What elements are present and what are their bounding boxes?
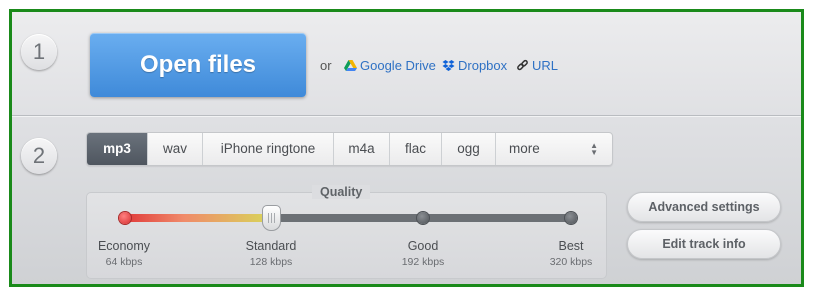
quality-stop-best[interactable]	[565, 212, 577, 224]
level-name: Standard	[245, 239, 297, 253]
format-mp3[interactable]: mp3	[87, 133, 148, 165]
google-drive-link[interactable]: Google Drive	[344, 58, 436, 73]
format-wav[interactable]: wav	[148, 133, 203, 165]
format-more-select[interactable]: more ▲ ▼	[496, 133, 612, 165]
converter-panel: 1 Open files or Google Drive Dropbox URL…	[9, 9, 804, 287]
quality-level-good: Good 192 kbps	[378, 239, 468, 268]
quality-level-economy: Economy 64 kbps	[79, 239, 169, 268]
step-2-badge: 2	[21, 138, 57, 174]
url-link[interactable]: URL	[516, 58, 558, 73]
format-iphone-ringtone[interactable]: iPhone ringtone	[203, 133, 334, 165]
quality-stop-economy[interactable]	[119, 212, 131, 224]
format-m4a[interactable]: m4a	[334, 133, 390, 165]
level-name: Economy	[97, 239, 151, 253]
format-selector: mp3 wav iPhone ringtone m4a flac ogg mor…	[86, 132, 613, 166]
format-flac[interactable]: flac	[390, 133, 442, 165]
format-more-label: more	[509, 141, 540, 156]
level-bitrate: 64 kbps	[105, 256, 143, 268]
quality-title: Quality	[312, 185, 371, 199]
quality-slider-thumb[interactable]	[262, 205, 281, 231]
open-files-button[interactable]: Open files	[90, 33, 306, 97]
google-drive-icon	[344, 60, 357, 71]
dropbox-label: Dropbox	[458, 58, 508, 73]
quality-stop-good[interactable]	[417, 212, 429, 224]
quality-level-standard: Standard 128 kbps	[226, 239, 316, 268]
level-bitrate: 320 kbps	[549, 256, 593, 268]
level-name: Best	[558, 239, 584, 253]
edit-track-info-button[interactable]: Edit track info	[627, 229, 781, 259]
url-label: URL	[532, 58, 559, 73]
google-drive-label: Google Drive	[360, 58, 436, 73]
dropbox-link[interactable]: Dropbox	[442, 58, 507, 73]
level-bitrate: 128 kbps	[249, 256, 293, 268]
or-label: or	[320, 58, 332, 73]
section-divider-highlight	[12, 116, 801, 117]
quality-level-best: Best 320 kbps	[526, 239, 616, 268]
level-bitrate: 192 kbps	[401, 256, 445, 268]
format-ogg[interactable]: ogg	[442, 133, 496, 165]
dropbox-icon	[442, 60, 455, 71]
updown-arrows-icon: ▲ ▼	[590, 141, 598, 157]
link-icon	[517, 59, 528, 71]
quality-slider-fill	[125, 214, 271, 222]
level-name: Good	[407, 239, 439, 253]
step-1-badge: 1	[21, 34, 57, 70]
advanced-settings-button[interactable]: Advanced settings	[627, 192, 781, 222]
